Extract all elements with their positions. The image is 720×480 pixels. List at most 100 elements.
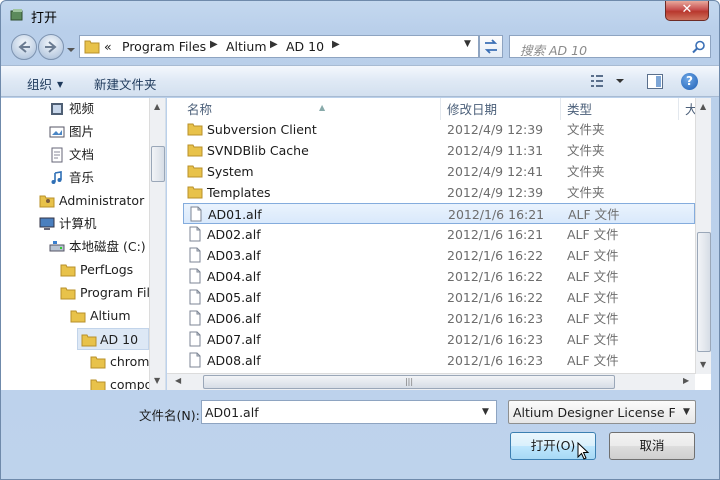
scroll-down-icon[interactable]: ▼ [154,376,160,385]
nav-item-compo[interactable]: compo [90,374,149,390]
refresh-button[interactable] [479,35,503,58]
filename-field[interactable]: AD01.alf [205,405,259,420]
nav-item-altium[interactable]: Altium [70,305,150,327]
nav-scrollbar[interactable]: ▲ ▼ [149,98,165,390]
file-type-value: Altium Designer License Files [513,405,675,420]
nav-item-administrator[interactable]: Administrator [39,190,149,212]
nav-scroll-thumb[interactable] [151,146,165,182]
file-row[interactable]: System 2012/4/9 12:41 文件夹 [183,161,695,182]
window-title: 打开 [31,11,58,26]
file-row[interactable]: AD06.alf 2012/1/6 16:23 ALF 文件 [183,308,695,329]
chevron-down-icon[interactable]: ▼ [482,407,489,417]
file-row[interactable]: AD03.alf 2012/1/6 16:22 ALF 文件 [183,245,695,266]
file-name: AD07.alf [207,332,261,347]
file-row[interactable]: AD04.alf 2012/1/6 16:22 ALF 文件 [183,266,695,287]
chevron-down-icon[interactable]: ▼ [683,407,690,417]
file-modified: 2012/4/9 12:39 [447,122,544,137]
sort-ascending-icon: ▲ [319,103,326,112]
breadcrumb-overflow[interactable]: « [104,39,112,54]
file-row[interactable]: AD08.alf 2012/1/6 16:23 ALF 文件 [183,350,695,371]
nav-item-perflogs[interactable]: PerfLogs [60,259,150,281]
recent-locations-dropdown[interactable] [67,43,75,52]
file-modified: 2012/1/6 16:21 [448,207,545,222]
back-button[interactable] [11,34,37,60]
cancel-button[interactable]: 取消 [609,432,695,460]
file-type: ALF 文件 [567,353,619,368]
file-modified: 2012/1/6 16:23 [447,332,544,347]
breadcrumb-separator-icon[interactable]: ▶ [332,39,340,50]
breadcrumb-item[interactable]: Program Files [122,39,206,54]
organize-button[interactable]: 组织 ▼ [27,74,63,93]
file-name: SVNDBlib Cache [207,143,309,158]
nav-item-label: Administrator [59,193,145,208]
scroll-down-icon[interactable]: ▼ [700,360,706,369]
help-button[interactable]: ? [681,73,698,90]
file-type: 文件夹 [567,143,605,158]
search-input[interactable]: 搜索 AD 10 [509,35,711,58]
nav-item-label: 视频 [69,101,95,116]
app-icon [9,7,25,23]
organize-label: 组织 [27,77,53,92]
breadcrumb-separator-icon[interactable]: ▶ [210,39,218,50]
file-type: ALF 文件 [567,227,619,242]
nav-item-music[interactable]: 音乐 [49,167,145,189]
filename-combobox[interactable]: AD01.alf ▼ [201,400,497,424]
breadcrumb-item[interactable]: AD 10 [286,39,324,54]
preview-pane-button[interactable] [647,74,663,92]
file-modified: 2012/1/6 16:23 [447,353,544,368]
nav-item-pictures[interactable]: 图片 [49,121,145,143]
arrow-left-icon [18,41,30,53]
column-header-name[interactable]: 名称 ▲ [183,98,441,120]
breadcrumb-item[interactable]: Altium [226,39,267,54]
address-bar[interactable]: « Program Files ▶ Altium ▶ AD 10 ▶ ▼ [79,35,479,58]
close-button[interactable]: ✕ [665,1,709,21]
file-row-selected[interactable]: AD01.alf 2012/1/6 16:21 ALF 文件 [183,203,695,224]
file-list-horizontal-thumb[interactable]: ||| [203,375,615,389]
breadcrumb-separator-icon[interactable]: ▶ [270,39,278,50]
file-row[interactable]: Subversion Client 2012/4/9 12:39 文件夹 [183,119,695,140]
column-header-size[interactable]: 大 [679,98,698,120]
nav-item-videos[interactable]: 视频 [49,98,145,120]
file-modified: 2012/1/6 16:23 [447,311,544,326]
file-type: ALF 文件 [567,332,619,347]
scroll-up-icon[interactable]: ▲ [154,102,160,111]
file-row[interactable]: SVNDBlib Cache 2012/4/9 11:31 文件夹 [183,140,695,161]
column-header-modified[interactable]: 修改日期 [441,98,561,120]
file-name: AD06.alf [207,311,261,326]
file-type: 文件夹 [567,122,605,137]
nav-item-program-files[interactable]: Program Files [60,282,150,304]
scroll-left-icon[interactable]: ◀ [175,376,181,385]
navigation-pane: 视频 图片 文档 音乐 Administrator 计算机 本地磁盘 (C:) [1,98,166,390]
new-folder-button[interactable]: 新建文件夹 [94,74,157,93]
file-type: ALF 文件 [568,207,620,222]
file-row[interactable]: AD07.alf 2012/1/6 16:23 ALF 文件 [183,329,695,350]
file-row[interactable]: AD05.alf 2012/1/6 16:22 ALF 文件 [183,287,695,308]
file-name: System [207,164,254,179]
change-view-button[interactable] [590,74,626,91]
file-type-select[interactable]: Altium Designer License Files ▼ [508,400,696,424]
column-header-type[interactable]: 类型 [561,98,679,120]
nav-item-chrome[interactable]: chrome [90,351,149,373]
file-list-horizontal-scrollbar[interactable]: ◀ ||| ▶ [167,373,695,390]
chevron-down-icon [67,48,75,52]
file-name: AD01.alf [208,207,262,222]
file-name: AD05.alf [207,290,261,305]
file-name: Templates [207,185,271,200]
file-name: AD03.alf [207,248,261,263]
address-history-dropdown[interactable]: ▼ [464,39,471,49]
nav-item-documents[interactable]: 文档 [49,144,145,166]
nav-item-computer[interactable]: 计算机 [39,213,149,235]
column-header-label: 名称 [187,102,213,117]
file-list-pane: 名称 ▲ 修改日期 类型 大 Subversion Client 2012/4/… [167,98,711,390]
file-row[interactable]: Templates 2012/4/9 12:39 文件夹 [183,182,695,203]
file-row[interactable]: AD02.alf 2012/1/6 16:21 ALF 文件 [183,224,695,245]
file-list-vertical-thumb[interactable] [697,232,711,352]
nav-item-label: Altium [90,308,131,323]
scroll-right-icon[interactable]: ▶ [683,376,689,385]
search-icon[interactable] [692,40,706,57]
nav-item-ad10[interactable]: AD 10 [77,328,149,350]
nav-item-local-disk[interactable]: 本地磁盘 (C:) [49,236,149,258]
forward-button[interactable] [38,34,64,60]
file-list-vertical-scrollbar[interactable]: ▲ ▼ [695,98,711,374]
scroll-up-icon[interactable]: ▲ [700,102,706,111]
